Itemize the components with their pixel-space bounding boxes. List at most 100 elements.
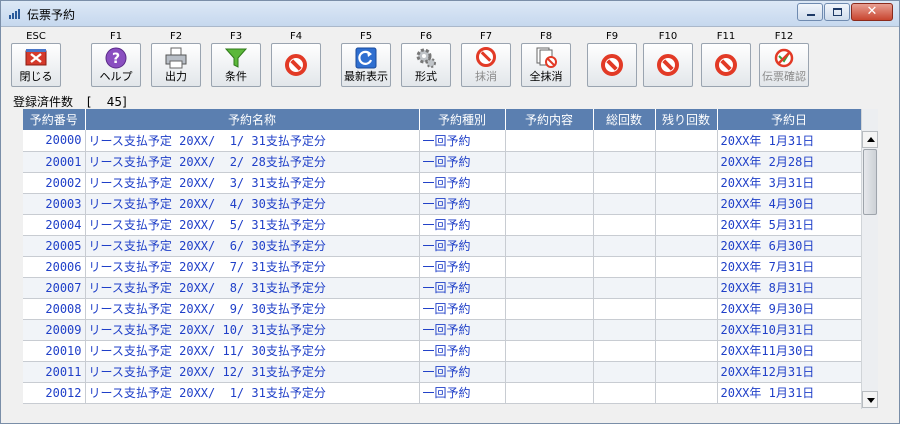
slip-check-button[interactable]: 伝票確認: [759, 43, 809, 87]
table-cell: [593, 319, 656, 341]
minimize-button[interactable]: [797, 3, 823, 21]
table-cell: [593, 382, 656, 404]
column-header[interactable]: 予約名称: [85, 109, 420, 130]
delete-button[interactable]: 抹消: [461, 43, 511, 87]
table-cell: 20004: [23, 214, 86, 236]
close-icon: [25, 49, 47, 66]
column-header[interactable]: 総回数: [593, 109, 656, 130]
table-row[interactable]: 20011 リース支払予定 20XX/ 12/ 31支払予定分 一回予約 20XX年1…: [23, 361, 862, 383]
table-row[interactable]: 20010 リース支払予定 20XX/ 11/ 30支払予定分 一回予約 20XX年1…: [23, 340, 862, 362]
table-cell: [593, 277, 656, 299]
close-button[interactable]: 閉じる: [11, 43, 61, 87]
table-row[interactable]: 20006 リース支払予定 20XX/ 7/ 31支払予定分 一回予約 20XX年 7…: [23, 256, 862, 278]
condition-button[interactable]: 条件: [211, 43, 261, 87]
table-row[interactable]: 20009 リース支払予定 20XX/ 10/ 31支払予定分 一回予約 20XX年1…: [23, 319, 862, 341]
table-row[interactable]: 20008 リース支払予定 20XX/ 9/ 30支払予定分 一回予約 20XX年 9…: [23, 298, 862, 320]
table-row[interactable]: 20007 リース支払予定 20XX/ 8/ 31支払予定分 一回予約 20XX年 8…: [23, 277, 862, 299]
column-header[interactable]: 予約日: [717, 109, 862, 130]
table-row[interactable]: 20012 リース支払予定 20XX/ 1/ 31支払予定分 一回予約 20XX年 1…: [23, 382, 862, 404]
fkey-label: F5: [359, 31, 373, 42]
fkey-f10: F10: [641, 29, 695, 89]
window-title: 伝票予約: [27, 8, 76, 22]
table-cell: 一回予約: [419, 361, 506, 383]
table-cell: リース支払予定 20XX/ 10/ 31支払予定分: [85, 319, 420, 341]
delete-all-button-label: 全抹消: [529, 70, 563, 83]
f11-button[interactable]: [701, 43, 751, 87]
output-button-label: 出力: [165, 70, 187, 83]
fkey-esc: ESC 閉じる: [9, 29, 63, 89]
column-header[interactable]: 予約番号: [23, 109, 86, 130]
delete-all-button[interactable]: 全抹消: [521, 43, 571, 87]
registered-count: 登録済件数 [ 45]: [13, 93, 127, 110]
prohibited-icon: [657, 54, 679, 76]
table-cell: 20XX年11月30日: [717, 340, 862, 362]
table-cell: 一回予約: [419, 235, 506, 257]
table-cell: 20011: [23, 361, 86, 383]
table-cell: リース支払予定 20XX/ 1/ 31支払予定分: [85, 382, 420, 404]
function-key-toolbar: ESC 閉じる F1 ? ヘルプ F2 出力 F3 条件 F4 F5 最新表示 …: [5, 29, 897, 91]
arrow-up-icon: [867, 137, 875, 142]
table-cell: 20003: [23, 193, 86, 215]
table-cell: 20XX年 1月31日: [717, 130, 862, 152]
fkey-f1: F1 ? ヘルプ: [89, 29, 143, 89]
table-cell: 20XX年 4月30日: [717, 193, 862, 215]
table-cell: [655, 235, 718, 257]
table-cell: [655, 382, 718, 404]
table-cell: [505, 130, 594, 152]
table-cell: [593, 193, 656, 215]
table-row[interactable]: 20005 リース支払予定 20XX/ 6/ 30支払予定分 一回予約 20XX年 6…: [23, 235, 862, 257]
refresh-icon: [355, 47, 377, 69]
column-header[interactable]: 残り回数: [655, 109, 718, 130]
table-cell: [655, 172, 718, 194]
close-window-button[interactable]: ✕: [851, 3, 893, 21]
table-row[interactable]: 20001 リース支払予定 20XX/ 2/ 28支払予定分 一回予約 20XX年 2…: [23, 151, 862, 173]
output-button[interactable]: 出力: [151, 43, 201, 87]
table-cell: [655, 319, 718, 341]
table-cell: 20001: [23, 151, 86, 173]
column-header[interactable]: 予約内容: [505, 109, 594, 130]
scroll-down-button[interactable]: [862, 391, 878, 408]
reservation-grid: 予約番号 予約名称 予約種別 予約内容 総回数 残り回数 予約日 20000 リー…: [23, 109, 878, 409]
table-row[interactable]: 20003 リース支払予定 20XX/ 4/ 30支払予定分 一回予約 20XX年 4…: [23, 193, 862, 215]
table-cell: [505, 382, 594, 404]
table-cell: [655, 361, 718, 383]
table-cell: 20XX年 3月31日: [717, 172, 862, 194]
table-cell: [505, 361, 594, 383]
refresh-button[interactable]: 最新表示: [341, 43, 391, 87]
scroll-up-button[interactable]: [862, 131, 878, 148]
close-window-icon: ✕: [866, 4, 878, 19]
table-cell: [593, 235, 656, 257]
prohibited-icon: [715, 54, 737, 76]
f4-button[interactable]: [271, 43, 321, 87]
minimize-icon: [807, 14, 815, 16]
fkey-f6: F6 形式: [399, 29, 453, 89]
table-cell: 一回予約: [419, 214, 506, 236]
table-cell: [655, 340, 718, 362]
table-row[interactable]: 20002 リース支払予定 20XX/ 3/ 31支払予定分 一回予約 20XX年 3…: [23, 172, 862, 194]
scroll-thumb[interactable]: [863, 149, 877, 215]
maximize-button[interactable]: [824, 3, 850, 21]
table-cell: 20XX年 9月30日: [717, 298, 862, 320]
table-cell: 一回予約: [419, 298, 506, 320]
table-cell: リース支払予定 20XX/ 6/ 30支払予定分: [85, 235, 420, 257]
fkey-f11: F11: [699, 29, 753, 89]
column-header[interactable]: 予約種別: [419, 109, 506, 130]
fkey-label: F3: [229, 31, 243, 42]
vertical-scrollbar[interactable]: [861, 109, 878, 409]
format-button-label: 形式: [415, 70, 437, 83]
format-button[interactable]: 形式: [401, 43, 451, 87]
delete-button-label: 抹消: [475, 70, 497, 83]
help-button[interactable]: ? ヘルプ: [91, 43, 141, 87]
f10-button[interactable]: [643, 43, 693, 87]
table-cell: [655, 256, 718, 278]
table-cell: リース支払予定 20XX/ 12/ 31支払予定分: [85, 361, 420, 383]
f9-button[interactable]: [587, 43, 637, 87]
table-cell: リース支払予定 20XX/ 7/ 31支払予定分: [85, 256, 420, 278]
table-row[interactable]: 20000 リース支払予定 20XX/ 1/ 31支払予定分 一回予約 20XX年 1…: [23, 130, 862, 152]
table-cell: 20XX年 6月30日: [717, 235, 862, 257]
fkey-label: F9: [605, 31, 619, 42]
table-row[interactable]: 20004 リース支払予定 20XX/ 5/ 31支払予定分 一回予約 20XX年 5…: [23, 214, 862, 236]
table-cell: 20002: [23, 172, 86, 194]
table-cell: 20010: [23, 340, 86, 362]
table-cell: [593, 214, 656, 236]
